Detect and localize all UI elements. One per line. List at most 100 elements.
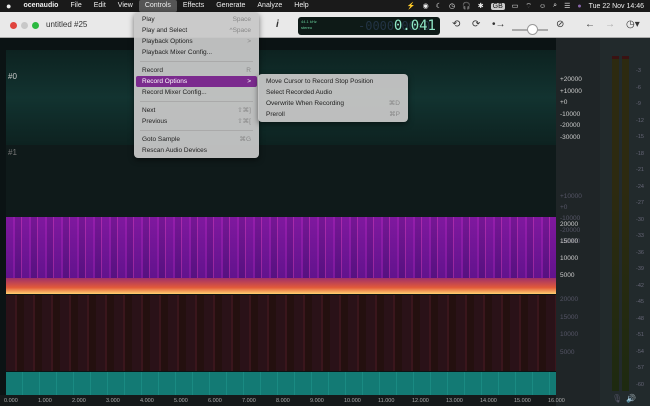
apple-icon[interactable]: ●	[0, 0, 17, 12]
submenu-item-overwrite-when-recording[interactable]: Overwrite When Recording ⌘D	[260, 98, 406, 109]
spec-scale-label: 15000	[560, 238, 579, 245]
menu-edit[interactable]: Edit	[88, 0, 112, 12]
follow-icon[interactable]: •→	[492, 19, 506, 30]
spectrogram-channel-2[interactable]	[6, 295, 556, 371]
spec-scale-label: 20000	[560, 221, 579, 228]
track-1-label: #1	[8, 148, 17, 157]
bolt-icon[interactable]: ⚡	[407, 2, 416, 10]
track-0-label: #0	[8, 72, 17, 81]
meter-right	[622, 56, 629, 391]
menu-item-shortcut: ⇧⌘]	[237, 107, 251, 114]
submenu-item-select-recorded-audio[interactable]: Select Recorded Audio	[260, 87, 406, 98]
search-icon[interactable]: ⌕	[553, 2, 557, 10]
submenu-item-move-cursor-to-record-stop-position[interactable]: Move Cursor to Record Stop Position	[260, 76, 406, 87]
menu-item-shortcut: ⌘P	[389, 111, 400, 118]
menu-item-goto-sample[interactable]: Goto Sample ⌘G	[136, 134, 257, 145]
menu-item-label: Overwrite When Recording	[266, 100, 345, 107]
meter-left	[612, 56, 619, 391]
submenu-item-preroll[interactable]: Preroll ⌘P	[260, 109, 406, 120]
meter-db-label: -9	[636, 101, 641, 107]
minimize-button[interactable]	[21, 22, 28, 29]
meter-db-label: -12	[636, 117, 644, 124]
history-icon[interactable]: ◷▾	[626, 19, 640, 30]
mute-icon[interactable]: ⊘	[556, 19, 564, 30]
ruler-tick-label: 12.000	[412, 398, 429, 404]
menu-item-label: Playback Mixer Config...	[142, 49, 213, 56]
user-icon[interactable]: ☺	[539, 3, 546, 10]
volume-slider-knob[interactable]	[527, 24, 538, 35]
window-title: untitled #25	[46, 20, 88, 29]
ruler-tick-label: 2.000	[72, 398, 86, 404]
menu-separator	[140, 61, 253, 62]
scale-label: +0	[560, 204, 568, 211]
speaker-icon[interactable]: 🔊	[626, 394, 636, 403]
menu-controls[interactable]: Controls	[138, 0, 177, 12]
info-button[interactable]: i	[276, 19, 279, 30]
meter-db-label: -18	[636, 150, 644, 157]
meter-db-label: -30	[636, 216, 644, 223]
amplitude-scale: +20000 +10000 +0 -10000 -20000 -30000 +1…	[556, 38, 600, 406]
ruler-tick-label: 16.000	[548, 398, 565, 404]
headphones-icon[interactable]: 🎧	[462, 2, 471, 10]
menu-item-label: Previous	[142, 118, 168, 125]
ruler-tick-label: 14.000	[480, 398, 497, 404]
menu-item-record-mixer-config[interactable]: Record Mixer Config...	[136, 87, 257, 98]
menu-help[interactable]: Help	[288, 0, 314, 12]
meter-db-label: -48	[636, 315, 644, 322]
record-options-submenu: Move Cursor to Record Stop Position Selec…	[258, 74, 408, 122]
keyboard-layout[interactable]: GB	[490, 2, 505, 10]
menu-item-next[interactable]: Next ⇧⌘]	[136, 105, 257, 116]
menu-item-playback-mixer-config[interactable]: Playback Mixer Config...	[136, 47, 257, 58]
wifi-icon[interactable]: ⌔	[525, 2, 532, 11]
waveform-track-1	[6, 169, 556, 189]
menu-item-play-and-select[interactable]: Play and Select ^Space	[136, 25, 257, 36]
scale-label: -20000	[560, 227, 581, 234]
ruler-tick-label: 8.000	[276, 398, 290, 404]
scale-label: +20000	[560, 76, 582, 83]
menu-effects[interactable]: Effects	[177, 0, 210, 12]
spec-scale-label: 15000	[560, 314, 579, 321]
timer-icon[interactable]: ◷	[449, 2, 455, 10]
loop-add-icon[interactable]: ⟳	[472, 19, 480, 30]
time-display[interactable]: 44.1 kHz stereo -0000:00:0 0.041	[298, 17, 440, 35]
menu-item-label: Play	[142, 16, 155, 23]
menu-item-previous[interactable]: Previous ⇧⌘[	[136, 116, 257, 127]
ruler-tick-label: 9.000	[310, 398, 324, 404]
forward-icon[interactable]: →	[605, 19, 615, 30]
record-icon[interactable]: ◉	[423, 2, 429, 10]
siri-icon[interactable]: ●	[577, 3, 581, 10]
overview-strip[interactable]	[6, 372, 556, 395]
menu-item-rescan-audio-devices[interactable]: Rescan Audio Devices	[136, 145, 257, 156]
menu-app[interactable]: ocenaudio	[17, 0, 64, 12]
back-icon[interactable]: ←	[585, 19, 595, 30]
moon-icon[interactable]: ☾	[436, 2, 442, 10]
menu-item-shortcut: >	[247, 38, 251, 45]
menu-item-record[interactable]: Record R	[136, 65, 257, 76]
control-center-icon[interactable]: ☰	[564, 2, 570, 10]
scale-label: +0	[560, 99, 568, 106]
spectrogram-low-band	[6, 278, 556, 294]
menu-analyze[interactable]: Analyze	[251, 0, 288, 12]
time-ruler[interactable]: 0.000 1.000 2.000 3.000 4.000 5.000 6.000 7.000…	[0, 395, 565, 406]
meter-db-label: -6	[636, 84, 641, 91]
ruler-tick-label: 15.000	[514, 398, 531, 404]
bluetooth-icon[interactable]: ✱	[478, 2, 484, 10]
menu-item-play[interactable]: Play Space	[136, 14, 257, 25]
meter-db-label: -21	[636, 167, 644, 173]
spec-scale-label: 10000	[560, 331, 579, 338]
menu-file[interactable]: File	[64, 0, 87, 12]
zoom-button[interactable]	[32, 22, 39, 29]
battery-icon[interactable]: ▭	[512, 2, 519, 10]
meter-db-label: -51	[636, 332, 644, 338]
menu-item-label: Record Mixer Config...	[142, 89, 207, 96]
menu-generate[interactable]: Generate	[210, 0, 251, 12]
menu-item-playback-options[interactable]: Playback Options >	[136, 36, 257, 47]
mic-icon[interactable]: 🎙	[612, 394, 622, 403]
loop-icon[interactable]: ⟲	[452, 19, 460, 30]
close-button[interactable]	[10, 22, 17, 29]
menu-view[interactable]: View	[112, 0, 139, 12]
ruler-tick-label: 7.000	[242, 398, 256, 404]
menu-item-record-options[interactable]: Record Options >	[136, 76, 257, 87]
clock[interactable]: Tue 22 Nov 14:46	[589, 3, 644, 10]
menu-item-label: Record	[142, 67, 163, 74]
